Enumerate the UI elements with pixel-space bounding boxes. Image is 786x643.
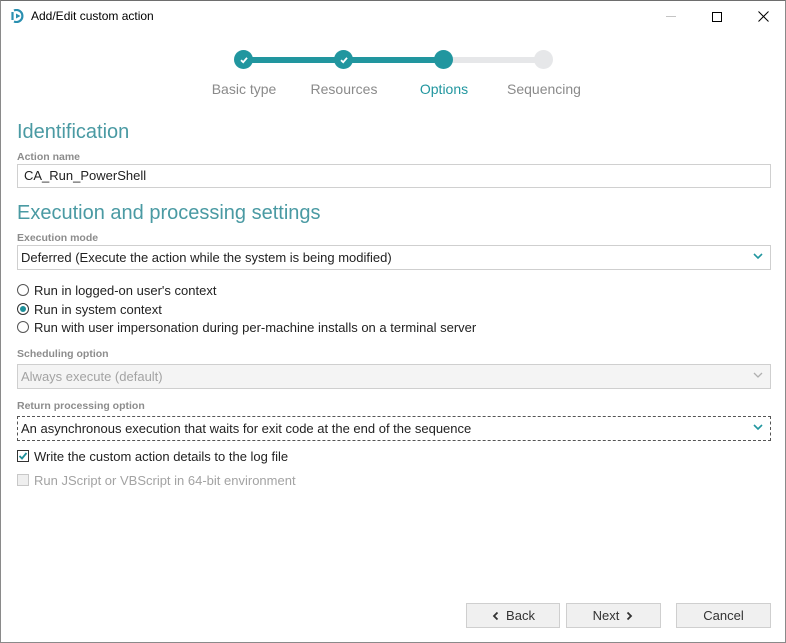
- step-label-options: Options: [419, 81, 469, 97]
- radio-label: Run in logged-on user's context: [34, 282, 217, 298]
- execution-mode-value: Deferred (Execute the action while the s…: [21, 250, 392, 265]
- chevron-down-icon: [753, 253, 763, 260]
- radio-system-context[interactable]: Run in system context: [17, 300, 162, 318]
- close-icon: [757, 11, 769, 22]
- window-title: Add/Edit custom action: [31, 9, 154, 23]
- checkbox-disabled: [17, 474, 29, 486]
- checkbox-label: Run JScript or VBScript in 64-bit enviro…: [34, 472, 296, 488]
- step-connector-2: [344, 57, 444, 63]
- cancel-button[interactable]: Cancel: [676, 603, 771, 628]
- radio-dot: [20, 306, 26, 312]
- return-processing-value: An asynchronous execution that waits for…: [21, 421, 472, 436]
- radio-button-selected[interactable]: [17, 303, 29, 315]
- wizard-stepper: Basic type Resources Options Sequencing: [1, 46, 785, 106]
- step-dot-basic-type: [234, 50, 253, 69]
- close-button[interactable]: [740, 1, 786, 32]
- action-name-input[interactable]: CA_Run_PowerShell: [17, 164, 771, 188]
- cancel-label: Cancel: [703, 608, 744, 623]
- identification-heading: Identification: [17, 121, 130, 143]
- radio-user-impersonation[interactable]: Run with user impersonation during per-m…: [17, 318, 476, 336]
- chevron-down-icon: [753, 372, 763, 378]
- minimize-button[interactable]: [648, 1, 694, 32]
- next-label: Next: [592, 608, 620, 623]
- return-processing-label: Return processing option: [17, 400, 145, 412]
- scheduling-option-label: Scheduling option: [17, 348, 109, 360]
- execution-mode-label: Execution mode: [17, 232, 99, 244]
- next-button[interactable]: Next: [566, 603, 661, 628]
- checkmark-icon: [18, 452, 28, 460]
- checkbox-label: Write the custom action details to the l…: [34, 448, 289, 464]
- dialog-window: Add/Edit custom action Basic type Resour…: [0, 0, 786, 643]
- title-bar: Add/Edit custom action: [1, 1, 785, 32]
- checkmark-icon: [339, 56, 348, 63]
- step-connector-3: [444, 57, 544, 63]
- radio-button[interactable]: [17, 321, 29, 333]
- return-processing-dropdown[interactable]: An asynchronous execution that waits for…: [17, 416, 771, 441]
- radio-label: Run in system context: [34, 301, 162, 317]
- radio-button[interactable]: [17, 284, 29, 296]
- checkbox-write-log[interactable]: Write the custom action details to the l…: [17, 447, 288, 465]
- step-connector-1: [244, 57, 344, 63]
- maximize-icon: [712, 11, 722, 22]
- step-dot-options: [434, 50, 453, 69]
- chevron-left-icon: [492, 611, 499, 620]
- maximize-button[interactable]: [694, 1, 740, 32]
- step-label-sequencing: Sequencing: [507, 81, 581, 97]
- step-label-basic-type: Basic type: [211, 81, 277, 97]
- minimize-icon: [666, 16, 676, 17]
- back-label: Back: [506, 608, 535, 623]
- execution-heading: Execution and processing settings: [17, 202, 321, 224]
- radio-label: Run with user impersonation during per-m…: [34, 319, 477, 335]
- scheduling-option-dropdown: Always execute (default): [17, 364, 771, 389]
- scheduling-option-value: Always execute (default): [21, 369, 163, 384]
- checkmark-icon: [239, 56, 248, 63]
- chevron-right-icon: [627, 611, 633, 620]
- checkbox-checked[interactable]: [17, 450, 29, 462]
- step-dot-resources: [334, 50, 353, 69]
- checkbox-64bit-script: Run JScript or VBScript in 64-bit enviro…: [17, 471, 296, 489]
- back-button[interactable]: Back: [466, 603, 560, 628]
- chevron-down-icon: [753, 424, 763, 431]
- step-dot-sequencing: [534, 50, 553, 69]
- app-logo-icon: [11, 8, 25, 24]
- radio-logged-on-user-context[interactable]: Run in logged-on user's context: [17, 281, 216, 299]
- step-label-resources: Resources: [310, 81, 378, 97]
- execution-mode-dropdown[interactable]: Deferred (Execute the action while the s…: [17, 245, 771, 270]
- action-name-label: Action name: [17, 151, 81, 163]
